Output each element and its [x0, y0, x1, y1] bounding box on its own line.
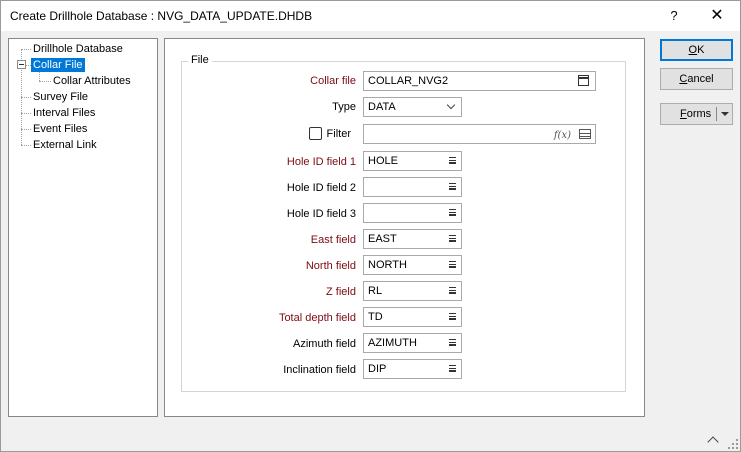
filter-input[interactable]: f(x) [363, 124, 596, 144]
tree-line [21, 97, 31, 98]
dialog-window: Create Drillhole Database : NVG_DATA_UPD… [0, 0, 741, 452]
tree-item-drillhole-database[interactable]: Drillhole Database [33, 42, 123, 56]
cancel-label: ancel [687, 73, 714, 85]
type-label: Type [332, 101, 356, 113]
list-icon[interactable] [449, 365, 456, 372]
north-field-label: North field [305, 260, 356, 272]
list-icon[interactable] [449, 313, 456, 320]
z-field-input[interactable]: RL [363, 281, 462, 301]
inclination-field-label: Inclination field [283, 364, 356, 376]
total-depth-field-value: TD [368, 311, 383, 323]
type-select[interactable]: DATA [363, 97, 462, 117]
tree-item-event-files[interactable]: Event Files [33, 122, 87, 136]
resize-grip-icon[interactable] [728, 439, 738, 449]
chevron-up-icon[interactable] [707, 436, 719, 448]
collar-file-value: COLLAR_NVG2 [368, 75, 449, 87]
browse-file-icon[interactable] [578, 75, 589, 86]
z-field-label: Z field [326, 286, 356, 298]
azimuth-field-input[interactable]: AZIMUTH [363, 333, 462, 353]
split-divider [716, 107, 717, 121]
tree-line [21, 145, 31, 146]
close-icon[interactable]: ✕ [703, 6, 731, 26]
table-icon[interactable] [579, 129, 591, 139]
ok-label: K [697, 44, 705, 56]
forms-mnemonic: F [680, 108, 687, 120]
total-depth-field-label: Total depth field [278, 312, 356, 324]
hole-id-field-1-input[interactable]: HOLE [363, 151, 462, 171]
type-value: DATA [368, 101, 396, 113]
function-icon[interactable]: f(x) [554, 127, 571, 143]
cancel-button[interactable]: Cancel [660, 68, 733, 90]
window-title: Create Drillhole Database : NVG_DATA_UPD… [10, 9, 313, 23]
east-field-input[interactable]: EAST [363, 229, 462, 249]
tree-item-collar-attributes[interactable]: Collar Attributes [53, 74, 131, 88]
inclination-field-value: DIP [368, 363, 387, 375]
collapse-toggle-icon[interactable] [17, 60, 26, 69]
tree-line [39, 71, 40, 81]
north-field-input[interactable]: NORTH [363, 255, 462, 275]
tree-item-external-link[interactable]: External Link [33, 138, 97, 152]
list-icon[interactable] [449, 287, 456, 294]
forms-label: orms [686, 108, 712, 120]
tree-item-interval-files[interactable]: Interval Files [33, 106, 95, 120]
list-icon[interactable] [449, 157, 456, 164]
ok-button[interactable]: OK [660, 39, 733, 61]
collar-file-label: Collar file [310, 75, 356, 87]
chevron-down-icon [446, 100, 456, 110]
azimuth-field-label: Azimuth field [293, 338, 356, 350]
east-field-label: East field [310, 234, 356, 246]
dropdown-arrow-icon[interactable] [721, 112, 729, 116]
title-bar: Create Drillhole Database : NVG_DATA_UPD… [1, 1, 740, 31]
list-icon[interactable] [449, 339, 456, 346]
forms-button[interactable]: Forms [660, 103, 733, 125]
hole-id-field-3-input[interactable] [363, 203, 462, 223]
hole-id-field-2-label: Hole ID field 2 [286, 182, 356, 194]
tree-item-collar-file[interactable]: Collar File [31, 58, 85, 72]
navigation-tree: Drillhole Database Collar File Collar At… [8, 38, 158, 417]
tree-line [21, 49, 31, 50]
north-field-value: NORTH [368, 259, 407, 271]
hole-id-field-1-value: HOLE [368, 155, 398, 167]
list-icon[interactable] [449, 209, 456, 216]
group-label: File [188, 54, 212, 66]
collar-file-input[interactable]: COLLAR_NVG2 [363, 71, 596, 91]
total-depth-field-input[interactable]: TD [363, 307, 462, 327]
azimuth-field-value: AZIMUTH [368, 337, 417, 349]
inclination-field-input[interactable]: DIP [363, 359, 462, 379]
hole-id-field-2-input[interactable] [363, 177, 462, 197]
filter-label: Filter [326, 128, 351, 140]
list-icon[interactable] [449, 261, 456, 268]
hole-id-field-1-label: Hole ID field 1 [286, 156, 356, 168]
ok-mnemonic: O [688, 44, 698, 56]
tree-line [39, 81, 51, 82]
list-icon[interactable] [449, 183, 456, 190]
help-icon[interactable]: ? [662, 6, 686, 26]
tree-line [21, 129, 31, 130]
z-field-value: RL [368, 285, 383, 297]
hole-id-field-3-label: Hole ID field 3 [286, 208, 356, 220]
list-icon[interactable] [449, 235, 456, 242]
east-field-value: EAST [368, 233, 397, 245]
tree-line [21, 113, 31, 114]
tree-item-survey-file[interactable]: Survey File [33, 90, 88, 104]
